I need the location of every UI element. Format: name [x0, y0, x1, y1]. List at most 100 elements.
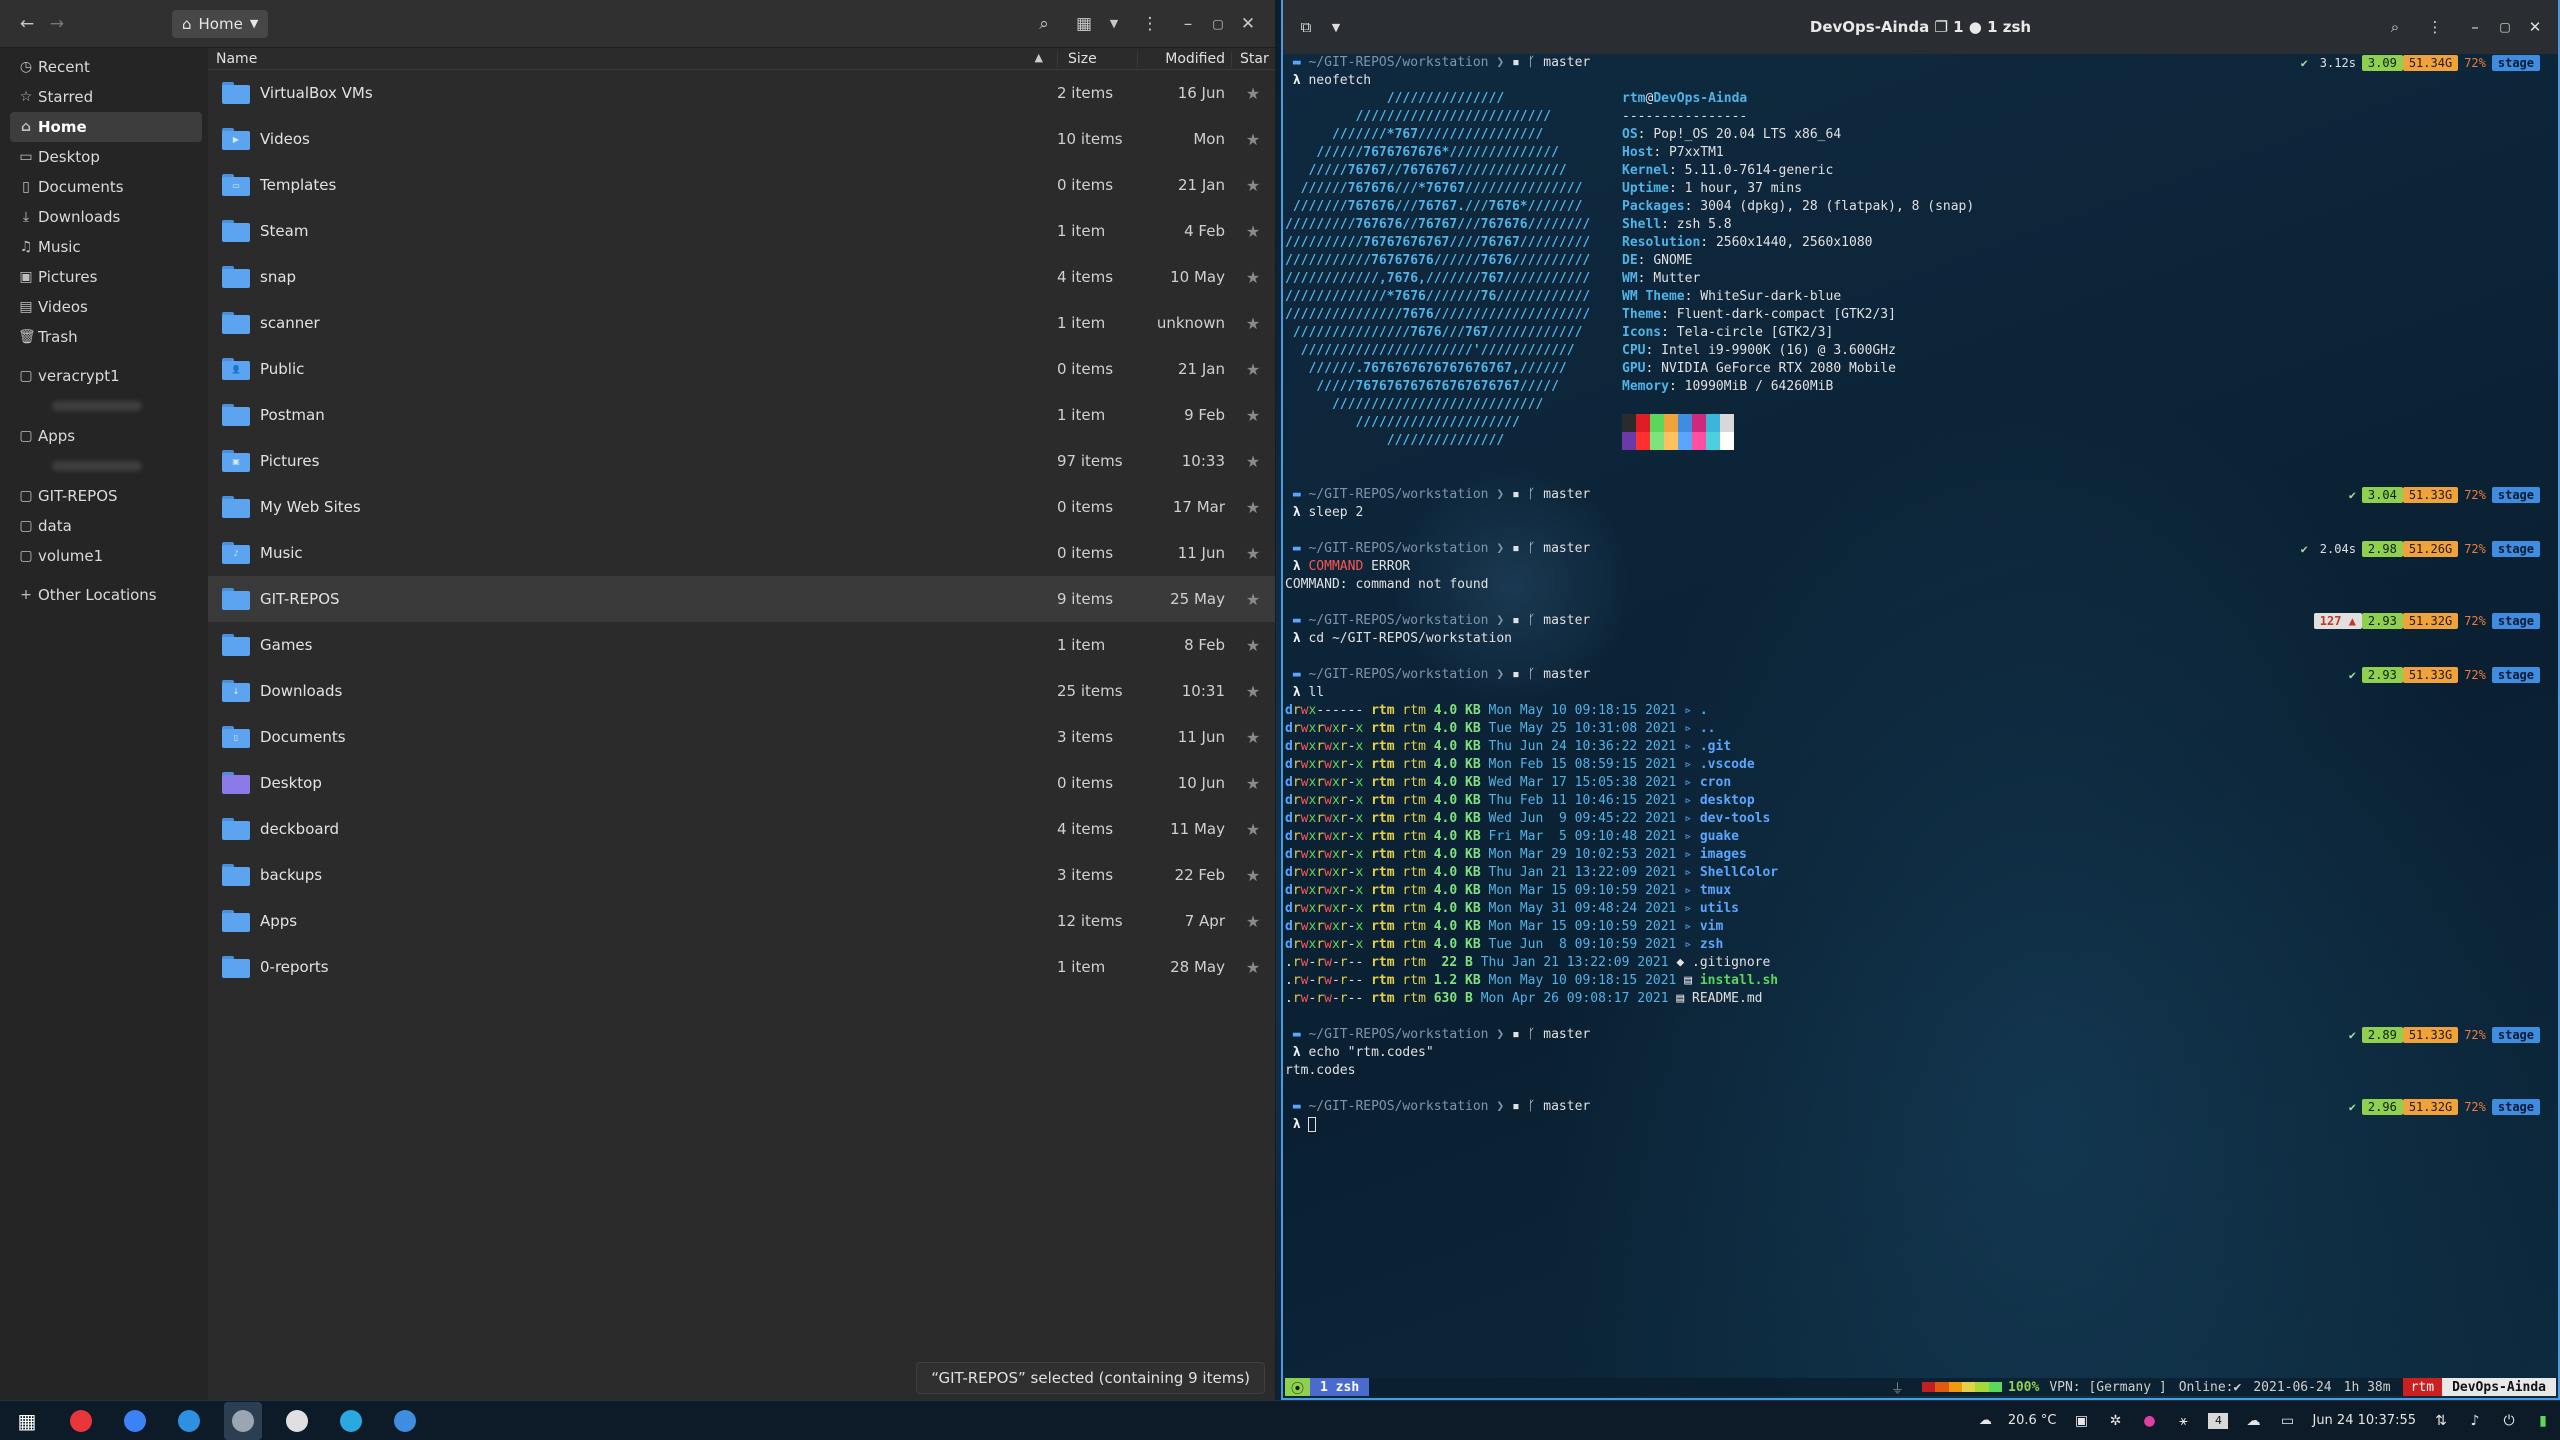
weather-temp[interactable]: 20.6 °C [2008, 1413, 2057, 1428]
file-row[interactable]: snap 4 items 10 May ★ [208, 254, 1275, 300]
star-icon[interactable]: ★ [1231, 636, 1275, 655]
star-icon[interactable]: ★ [1231, 958, 1275, 977]
star-icon[interactable]: ★ [1231, 590, 1275, 609]
file-row[interactable]: ▣ Pictures 97 items 10:33 ★ [208, 438, 1275, 484]
file-row[interactable]: 0-reports 1 item 28 May ★ [208, 944, 1275, 990]
bluetooth-icon[interactable]: ⚹ [2174, 1413, 2192, 1429]
new-tab-icon[interactable]: ⧉ [1291, 12, 1321, 42]
back-icon[interactable]: ← [12, 9, 42, 39]
grid-view-icon[interactable]: ▦ [1069, 9, 1099, 39]
close-icon[interactable]: ✕ [1233, 9, 1263, 39]
cursor[interactable] [1308, 1117, 1317, 1132]
column-name[interactable]: Name ▲ [208, 51, 1057, 67]
sidebar-item-starred[interactable]: ☆ Starred [10, 82, 202, 112]
star-icon[interactable]: ★ [1231, 452, 1275, 471]
file-row[interactable]: deckboard 4 items 11 May ★ [208, 806, 1275, 852]
volume-icon[interactable]: ♪ [2466, 1413, 2484, 1429]
skype-icon[interactable] [332, 1402, 370, 1440]
sidebar-item-downloads[interactable]: ⤓ Downloads [10, 202, 202, 232]
sidebar-item-git-repos[interactable]: ▢ GIT-REPOS [10, 481, 202, 511]
cloud-icon[interactable]: ☁ [2244, 1413, 2262, 1429]
network-icon[interactable]: ⇅ [2432, 1413, 2450, 1429]
menu-kebab-icon[interactable]: ⋮ [2420, 12, 2450, 42]
sidebar-item-veracrypt1[interactable]: ▢ veracrypt1 [10, 361, 202, 391]
star-icon[interactable]: ★ [1231, 728, 1275, 747]
star-icon[interactable]: ★ [1231, 912, 1275, 931]
terminal-icon[interactable] [386, 1402, 424, 1440]
file-row[interactable]: Desktop 0 items 10 Jun ★ [208, 760, 1275, 806]
minimize-icon[interactable]: – [2460, 12, 2490, 42]
tmux-window[interactable]: 1 zsh [1310, 1378, 1370, 1396]
view-options-chevron-icon[interactable]: ▼ [1099, 9, 1129, 39]
star-icon[interactable]: ★ [1231, 820, 1275, 839]
star-icon[interactable]: ★ [1231, 360, 1275, 379]
star-icon[interactable]: ★ [1231, 222, 1275, 241]
maximize-icon[interactable]: ▢ [2490, 12, 2520, 42]
star-icon[interactable]: ★ [1231, 866, 1275, 885]
sidebar-item-hidden[interactable] [0, 391, 208, 421]
chrome-icon[interactable] [116, 1402, 154, 1440]
sidebar-item-volume1[interactable]: ▢ volume1 [10, 541, 202, 571]
close-icon[interactable]: ✕ [2520, 12, 2550, 42]
settings-icon[interactable]: ✲ [2106, 1413, 2124, 1429]
star-icon[interactable]: ★ [1231, 406, 1275, 425]
files-icon[interactable] [224, 1401, 262, 1440]
star-icon[interactable]: ★ [1231, 314, 1275, 333]
sidebar-item-other-locations[interactable]: + Other Locations [10, 580, 202, 610]
location-button[interactable]: ⌂ Home ▼ [172, 9, 269, 38]
star-icon[interactable]: ★ [1231, 498, 1275, 517]
star-icon[interactable]: ★ [1231, 176, 1275, 195]
search-icon[interactable]: ⌕ [2380, 12, 2410, 42]
power-icon[interactable]: ⏻ [2500, 1413, 2518, 1429]
clock[interactable]: Jun 24 10:37:55 [2312, 1413, 2416, 1428]
sidebar-item-recent[interactable]: ◷ Recent [10, 52, 202, 82]
vivaldi-icon[interactable] [62, 1402, 100, 1440]
sidebar-item-desktop[interactable]: ▭ Desktop [10, 142, 202, 172]
file-row[interactable]: Steam 1 item 4 Feb ★ [208, 208, 1275, 254]
terminal-output[interactable]: ▬ ~/GIT-REPOS/workstation ❯ ▪ ᚴ master ✔ 3… [1283, 54, 2558, 1134]
sidebar-item-music[interactable]: ♫ Music [10, 232, 202, 262]
file-row[interactable]: 👤 Public 0 items 21 Jan ★ [208, 346, 1275, 392]
vscode-icon[interactable] [170, 1402, 208, 1440]
file-row[interactable]: backups 3 items 22 Feb ★ [208, 852, 1275, 898]
workspace-indicator[interactable]: 4 [2208, 1412, 2229, 1429]
sidebar-item-videos[interactable]: ▤ Videos [10, 292, 202, 322]
sidebar-item-documents[interactable]: ▯ Documents [10, 172, 202, 202]
forward-icon[interactable]: → [42, 9, 72, 39]
tab-menu-chevron-icon[interactable]: ▼ [1321, 12, 1351, 42]
sidebar-item-home[interactable]: ⌂ Home [10, 112, 202, 142]
star-icon[interactable]: ★ [1231, 544, 1275, 563]
file-row[interactable]: Games 1 item 8 Feb ★ [208, 622, 1275, 668]
menu-kebab-icon[interactable]: ⋮ [1135, 9, 1165, 39]
display-icon[interactable]: ▭ [2278, 1413, 2296, 1429]
sidebar-item-data[interactable]: ▢ data [10, 511, 202, 541]
indicator-icon[interactable]: ● [2140, 1413, 2158, 1429]
minimize-icon[interactable]: – [1173, 9, 1203, 39]
file-row[interactable]: ▯ Documents 3 items 11 Jun ★ [208, 714, 1275, 760]
file-row[interactable]: GIT-REPOS 9 items 25 May ★ [208, 576, 1275, 622]
file-row[interactable]: Postman 1 item 9 Feb ★ [208, 392, 1275, 438]
file-row[interactable]: My Web Sites 0 items 17 Mar ★ [208, 484, 1275, 530]
slack-icon[interactable] [278, 1402, 316, 1440]
app-launcher-icon[interactable]: ▦ [8, 1402, 46, 1440]
sidebar-item-pictures[interactable]: ▣ Pictures [10, 262, 202, 292]
file-row[interactable]: ▶ Videos 10 items Mon ★ [208, 116, 1275, 162]
star-icon[interactable]: ★ [1231, 84, 1275, 103]
column-size[interactable]: Size [1057, 50, 1137, 67]
star-icon[interactable]: ★ [1231, 774, 1275, 793]
file-row[interactable]: ▭ Templates 0 items 21 Jan ★ [208, 162, 1275, 208]
star-icon[interactable]: ★ [1231, 682, 1275, 701]
file-row[interactable]: ♪ Music 0 items 11 Jun ★ [208, 530, 1275, 576]
sidebar-item-apps[interactable]: ▢ Apps [10, 421, 202, 451]
terminal-window[interactable]: ⧉ ▼ DevOps-Ainda ❐ 1 ● 1 zsh ⌕ ⋮ – ▢ ✕ ▬… [1281, 0, 2560, 1400]
file-row[interactable]: scanner 1 item unknown ★ [208, 300, 1275, 346]
sidebar-item-hidden[interactable] [0, 451, 208, 481]
sidebar-item-trash[interactable]: 🗑 Trash [10, 322, 202, 352]
star-icon[interactable]: ★ [1231, 130, 1275, 149]
star-icon[interactable]: ★ [1231, 268, 1275, 287]
maximize-icon[interactable]: ▢ [1203, 9, 1233, 39]
screenshot-icon[interactable]: ▣ [2072, 1413, 2090, 1429]
column-modified[interactable]: Modified [1137, 50, 1231, 67]
file-row[interactable]: Apps 12 items 7 Apr ★ [208, 898, 1275, 944]
battery-icon[interactable]: ▮ [2534, 1413, 2552, 1429]
